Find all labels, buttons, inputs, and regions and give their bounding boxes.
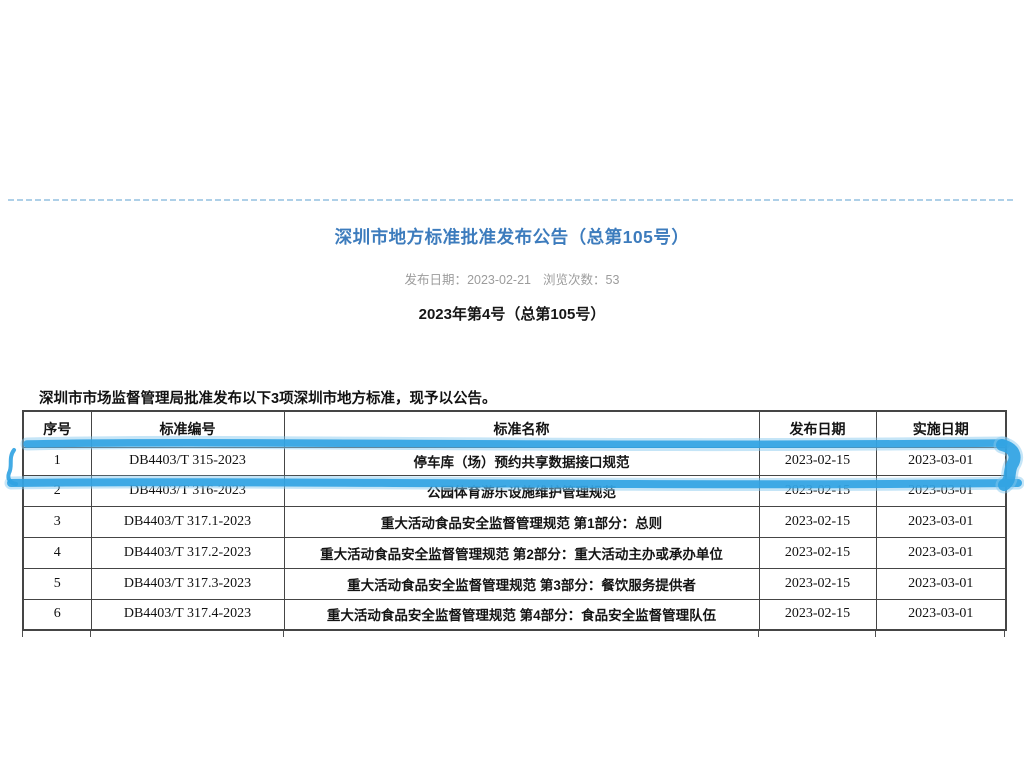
row-index-cell: 2 xyxy=(23,475,91,506)
publish-date-cell: 2023-02-15 xyxy=(759,506,876,537)
announcement-page: 深圳市地方标准批准发布公告（总第105号） 发布日期：2023-02-21 浏览次… xyxy=(0,0,1024,768)
meta-line: 发布日期：2023-02-21 浏览次数：53 xyxy=(0,269,1024,288)
publish-date-cell: 2023-02-15 xyxy=(759,568,876,599)
publish-date-label: 发布日期： xyxy=(405,273,468,287)
implementation-date-cell: 2023-03-01 xyxy=(876,475,1006,506)
intro-paragraph: 深圳市市场监督管理局批准发布以下3项深圳市地方标准，现予以公告。 xyxy=(39,387,497,408)
standard-code-cell: DB4403/T 317.2-2023 xyxy=(91,537,284,568)
standard-name-cell: 公园体育游乐设施维护管理规范 xyxy=(284,475,759,506)
implementation-date-cell: 2023-03-01 xyxy=(876,599,1006,630)
implementation-date-cell: 2023-03-01 xyxy=(876,537,1006,568)
views-label: 浏览次数： xyxy=(543,273,606,287)
table-row: 5DB4403/T 317.3-2023重大活动食品安全监督管理规范 第3部分：… xyxy=(23,568,1006,599)
header-standard-code: 标准编号 xyxy=(91,411,284,447)
table-border-stub xyxy=(283,631,284,637)
publish-date-value: 2023-02-21 xyxy=(467,273,531,287)
header-implementation-date: 实施日期 xyxy=(876,411,1006,447)
table-border-stub xyxy=(90,631,91,637)
implementation-date-cell: 2023-03-01 xyxy=(876,506,1006,537)
implementation-date-cell: 2023-03-01 xyxy=(876,568,1006,599)
row-index-cell: 6 xyxy=(23,599,91,630)
table-border-stub xyxy=(758,631,759,637)
header-index: 序号 xyxy=(23,411,91,447)
publish-date-cell: 2023-02-15 xyxy=(759,599,876,630)
standard-code-cell: DB4403/T 315-2023 xyxy=(91,447,284,475)
row-index-cell: 3 xyxy=(23,506,91,537)
row-index-cell: 1 xyxy=(23,447,91,475)
standards-table: 序号 标准编号 标准名称 发布日期 实施日期 1DB4403/T 315-202… xyxy=(22,410,1007,631)
issue-number-line: 2023年第4号（总第105号） xyxy=(0,303,1024,324)
publish-date-cell: 2023-02-15 xyxy=(759,537,876,568)
table-border-stub xyxy=(875,631,876,637)
table-row: 4DB4403/T 317.2-2023重大活动食品安全监督管理规范 第2部分：… xyxy=(23,537,1006,568)
standard-code-cell: DB4403/T 316-2023 xyxy=(91,475,284,506)
row-index-cell: 4 xyxy=(23,537,91,568)
publish-date-cell: 2023-02-15 xyxy=(759,475,876,506)
standard-code-cell: DB4403/T 317.1-2023 xyxy=(91,506,284,537)
standard-code-cell: DB4403/T 317.3-2023 xyxy=(91,568,284,599)
views-value: 53 xyxy=(606,273,620,287)
implementation-date-cell: 2023-03-01 xyxy=(876,447,1006,475)
standard-code-cell: DB4403/T 317.4-2023 xyxy=(91,599,284,630)
table-row: 2DB4403/T 316-2023公园体育游乐设施维护管理规范2023-02-… xyxy=(23,475,1006,506)
standard-name-cell: 停车库（场）预约共享数据接口规范 xyxy=(284,447,759,475)
header-standard-name: 标准名称 xyxy=(284,411,759,447)
section-divider-line xyxy=(8,199,1016,201)
marker-highlight-annotation xyxy=(0,0,1024,768)
page-title: 深圳市地方标准批准发布公告（总第105号） xyxy=(0,224,1024,249)
table-row: 1DB4403/T 315-2023停车库（场）预约共享数据接口规范2023-0… xyxy=(23,447,1006,475)
table-body: 1DB4403/T 315-2023停车库（场）预约共享数据接口规范2023-0… xyxy=(23,447,1006,630)
standard-name-cell: 重大活动食品安全监督管理规范 第3部分：餐饮服务提供者 xyxy=(284,568,759,599)
table-row: 3DB4403/T 317.1-2023重大活动食品安全监督管理规范 第1部分：… xyxy=(23,506,1006,537)
table-border-stub xyxy=(1004,631,1005,637)
publish-date-cell: 2023-02-15 xyxy=(759,447,876,475)
table-row: 6DB4403/T 317.4-2023重大活动食品安全监督管理规范 第4部分：… xyxy=(23,599,1006,630)
header-publish-date: 发布日期 xyxy=(759,411,876,447)
standard-name-cell: 重大活动食品安全监督管理规范 第2部分：重大活动主办或承办单位 xyxy=(284,537,759,568)
standard-name-cell: 重大活动食品安全监督管理规范 第4部分：食品安全监督管理队伍 xyxy=(284,599,759,630)
table-border-stub xyxy=(22,631,23,637)
table-header-row: 序号 标准编号 标准名称 发布日期 实施日期 xyxy=(23,411,1006,447)
row-index-cell: 5 xyxy=(23,568,91,599)
standard-name-cell: 重大活动食品安全监督管理规范 第1部分：总则 xyxy=(284,506,759,537)
